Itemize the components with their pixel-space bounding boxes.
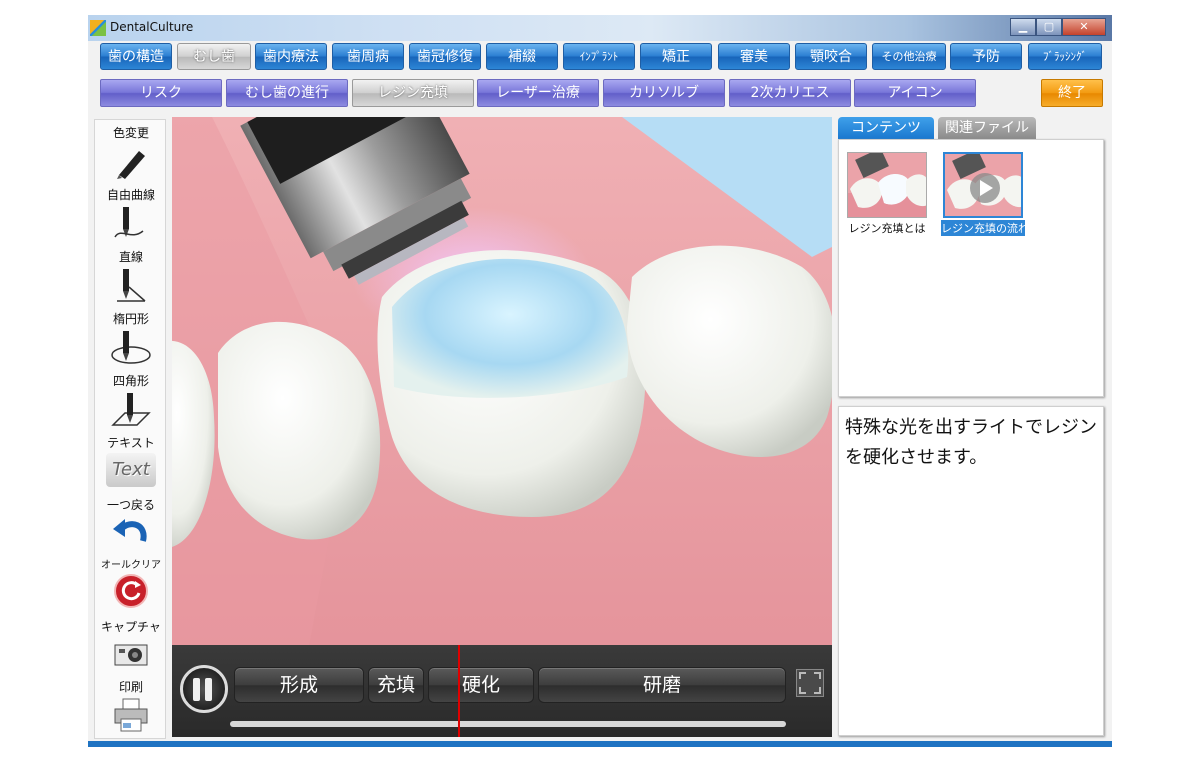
tool-label: 楕円形 xyxy=(112,312,149,326)
undo-tool[interactable]: 一つ戻る xyxy=(95,494,167,554)
nav-crown-restoration[interactable]: 歯冠修復 xyxy=(409,43,481,70)
text-icon: Text xyxy=(106,453,156,487)
freehand-pen-icon xyxy=(114,207,144,238)
window-title: DentalCulture xyxy=(110,20,194,34)
nav-brushing[interactable]: ﾌﾞﾗｯｼﾝｸﾞ xyxy=(1028,43,1102,70)
window-controls: ▁ ▢ ✕ xyxy=(1010,18,1106,36)
drawing-toolbar: 色変更 自由曲線 直線 楕円形 四角形 テキスト Text 一つ戻る オールクリ… xyxy=(94,119,166,739)
nav-other-treatment[interactable]: その他治療 xyxy=(872,43,946,70)
playhead-marker[interactable] xyxy=(457,645,460,737)
animation-viewer[interactable] xyxy=(172,117,832,737)
tool-label: 四角形 xyxy=(112,374,149,388)
text-tool[interactable]: テキスト Text xyxy=(95,432,167,492)
nav-endodontics[interactable]: 歯内療法 xyxy=(255,43,327,70)
line-pen-icon xyxy=(117,269,146,302)
content-list: レジン充填とは レジン充填の流れ xyxy=(838,139,1104,397)
nav-periodontal[interactable]: 歯周病 xyxy=(332,43,404,70)
tool-label: 印刷 xyxy=(118,680,143,694)
freehand-tool[interactable]: 自由曲線 xyxy=(95,184,167,244)
line-tool[interactable]: 直線 xyxy=(95,246,167,306)
pause-button[interactable] xyxy=(180,665,228,713)
pause-icon xyxy=(193,678,200,701)
rectangle-pen-icon xyxy=(111,393,151,426)
resin-curing-illustration xyxy=(172,117,832,737)
color-change-tool[interactable]: 色変更 xyxy=(95,122,167,182)
tool-label: キャプチャ xyxy=(101,620,161,634)
tool-label: テキスト xyxy=(107,436,155,450)
description-panel: 特殊な光を出すライトでレジンを硬化させます。 xyxy=(838,406,1104,736)
tool-label: 一つ戻る xyxy=(106,498,155,512)
bottom-border xyxy=(88,741,1112,747)
app-window: DentalCulture ▁ ▢ ✕ 歯の構造 むし歯 歯内療法 歯周病 歯冠… xyxy=(88,15,1112,747)
tool-label: オールクリア xyxy=(101,560,161,571)
nav-cavity[interactable]: むし歯 xyxy=(177,43,251,70)
nav-prevention[interactable]: 予防 xyxy=(950,43,1022,70)
ellipse-pen-icon xyxy=(111,331,151,364)
pause-icon xyxy=(205,678,212,701)
chapter-shaping[interactable]: 形成 xyxy=(234,667,364,703)
content-tabs: コンテンツ 関連ファイル xyxy=(838,117,1108,139)
fullscreen-button[interactable] xyxy=(796,669,824,697)
description-text: 特殊な光を出すライトでレジンを硬化させます。 xyxy=(845,417,1097,468)
close-button[interactable]: ✕ xyxy=(1062,18,1106,36)
thumbnail-label[interactable]: レジン充填とは xyxy=(842,220,932,236)
nav-aesthetics[interactable]: 審美 xyxy=(718,43,790,70)
camera-icon xyxy=(114,644,148,666)
tool-label: 色変更 xyxy=(112,126,149,140)
tab-contents[interactable]: コンテンツ xyxy=(838,117,934,139)
expand-icon xyxy=(799,672,821,694)
clear-all-tool[interactable]: オールクリア xyxy=(95,554,167,614)
chapter-polishing[interactable]: 研磨 xyxy=(538,667,786,703)
progress-track[interactable] xyxy=(230,721,786,727)
nav-orthodontics[interactable]: 矯正 xyxy=(640,43,712,70)
subnav-carisolv[interactable]: カリソルブ xyxy=(603,79,725,107)
nav-occlusion[interactable]: 顎咬合 xyxy=(795,43,867,70)
clear-all-icon xyxy=(114,574,148,608)
subnav-cavity-progress[interactable]: むし歯の進行 xyxy=(226,79,348,107)
tab-related-files[interactable]: 関連ファイル xyxy=(938,117,1036,139)
capture-tool[interactable]: キャプチャ xyxy=(95,616,167,676)
ellipse-tool[interactable]: 楕円形 xyxy=(95,308,167,368)
subnav-resin-filling[interactable]: レジン充填 xyxy=(352,79,474,107)
print-tool[interactable]: 印刷 xyxy=(95,676,167,736)
maximize-button[interactable]: ▢ xyxy=(1036,18,1062,36)
chapter-filling[interactable]: 充填 xyxy=(368,667,424,703)
subnav-secondary-caries[interactable]: 2次カリエス xyxy=(729,79,851,107)
thumbnail-resin-intro[interactable] xyxy=(847,152,927,218)
title-bar: DentalCulture ▁ ▢ ✕ xyxy=(88,15,1112,41)
thumbnail-image xyxy=(945,154,1021,216)
nav-implant[interactable]: ｲﾝﾌﾟﾗﾝﾄ xyxy=(563,43,635,70)
app-logo-icon xyxy=(90,20,106,36)
nav-tooth-structure[interactable]: 歯の構造 xyxy=(100,43,172,70)
printer-icon xyxy=(114,698,148,732)
secondary-nav: リスク むし歯の進行 レジン充填 レーザー治療 カリソルブ 2次カリエス アイコ… xyxy=(88,79,1112,109)
thumbnail-label[interactable]: レジン充填の流れ xyxy=(941,220,1029,236)
tool-label: 自由曲線 xyxy=(106,188,155,202)
subnav-laser-treatment[interactable]: レーザー治療 xyxy=(477,79,599,107)
subnav-icon[interactable]: アイコン xyxy=(854,79,976,107)
thumbnail-image xyxy=(848,153,926,217)
exit-button[interactable]: 終了 xyxy=(1041,79,1103,107)
rectangle-tool[interactable]: 四角形 xyxy=(95,370,167,430)
minimize-button[interactable]: ▁ xyxy=(1010,18,1036,36)
nav-prosthetics[interactable]: 補綴 xyxy=(486,43,558,70)
undo-arrow-icon xyxy=(113,519,147,542)
subnav-risk[interactable]: リスク xyxy=(100,79,222,107)
thumbnail-resin-flow[interactable] xyxy=(943,152,1023,218)
chapter-curing[interactable]: 硬化 xyxy=(428,667,534,703)
primary-nav: 歯の構造 むし歯 歯内療法 歯周病 歯冠修復 補綴 ｲﾝﾌﾟﾗﾝﾄ 矯正 審美 … xyxy=(88,43,1112,73)
tool-label: 直線 xyxy=(118,250,143,264)
pen-icon xyxy=(117,151,145,179)
player-controls: 形成 充填 硬化 研磨 xyxy=(172,645,832,737)
